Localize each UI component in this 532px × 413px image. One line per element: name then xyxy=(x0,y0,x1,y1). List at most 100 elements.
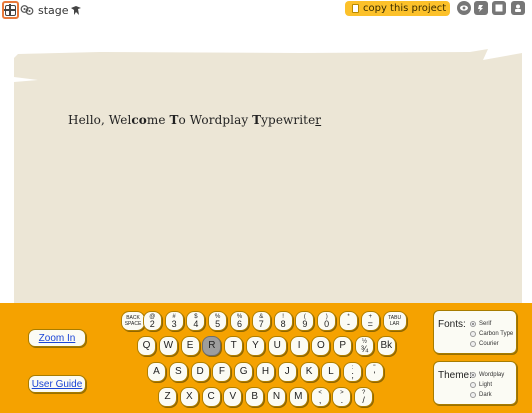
key-2[interactable]: @2 xyxy=(142,311,162,331)
key-label: TABU LAR xyxy=(388,315,402,327)
key-i[interactable]: I xyxy=(289,336,309,356)
key-8[interactable]: ! 8 xyxy=(273,311,293,331)
key-d[interactable]: D xyxy=(190,362,210,382)
key-x[interactable]: X xyxy=(179,387,199,407)
editor-root: stage copy this project Hello, Welcome T… xyxy=(0,0,532,413)
key-[interactable]: ½¾ xyxy=(355,336,374,356)
typed-segment: ypewrite xyxy=(261,113,316,127)
key-[interactable]: :; xyxy=(343,362,363,382)
key-label: Bk xyxy=(380,340,393,351)
key-[interactable]: >. xyxy=(332,387,352,407)
key-9[interactable]: (9 xyxy=(295,311,315,331)
key-[interactable]: <, xyxy=(310,387,330,407)
theme-option[interactable]: Wordplay xyxy=(470,372,504,378)
key-label: 6 xyxy=(236,318,242,329)
copy-project-button[interactable]: copy this project xyxy=(345,1,450,16)
theme-option[interactable]: Light xyxy=(470,382,492,388)
key-v[interactable]: V xyxy=(223,387,243,407)
key-backspace[interactable]: BACK SPACE xyxy=(121,311,145,331)
keyboard-panel: Zoom In User Guide BACK SPACE @2 #3 $4% 5% 6 &… xyxy=(0,303,532,413)
key-e[interactable]: E xyxy=(180,336,200,356)
key-m[interactable]: M xyxy=(288,387,308,407)
fonts-box: Fonts: Serif Carbon Type Courier xyxy=(433,310,517,354)
key-label: V xyxy=(229,391,237,402)
key-label: U xyxy=(273,340,281,351)
key-c[interactable]: C xyxy=(201,387,221,407)
cursor-character: r xyxy=(315,113,322,127)
account-icon[interactable] xyxy=(511,1,525,15)
key-label: Y xyxy=(252,340,259,351)
radio-icon xyxy=(470,392,476,398)
see-inside-icon[interactable] xyxy=(20,3,34,17)
font-option[interactable]: Carbon Type xyxy=(470,331,513,337)
key-a[interactable]: A xyxy=(147,362,166,382)
key-label: L xyxy=(328,366,334,377)
key-n[interactable]: N xyxy=(267,387,286,407)
key-g[interactable]: G xyxy=(234,362,254,382)
small-stage-icon[interactable] xyxy=(492,1,506,15)
key-label: 3 xyxy=(171,318,177,329)
user-guide-button[interactable]: User Guide xyxy=(28,375,86,393)
theme-title: Theme: xyxy=(438,370,472,381)
key-o[interactable]: O xyxy=(311,336,331,356)
key-l[interactable]: L xyxy=(321,362,341,382)
key-r[interactable]: R xyxy=(202,336,222,356)
key-label: C xyxy=(207,391,215,402)
key-u[interactable]: U xyxy=(267,336,287,356)
key-t[interactable]: T xyxy=(224,336,244,356)
key-0[interactable]: ) 0 xyxy=(317,311,337,331)
key-f[interactable]: F xyxy=(212,362,232,382)
key-7[interactable]: & 7 xyxy=(251,311,271,331)
font-option[interactable]: Serif xyxy=(470,321,491,327)
radio-icon xyxy=(470,382,476,388)
key-label: N xyxy=(272,391,281,402)
key-3[interactable]: #3 xyxy=(164,311,184,331)
key-4[interactable]: $4 xyxy=(186,311,206,331)
key-[interactable]: + = xyxy=(360,311,380,331)
key-label: 4 xyxy=(193,318,199,329)
key-[interactable]: * - xyxy=(339,311,358,331)
key-p[interactable]: P xyxy=(333,336,353,356)
key-s[interactable]: S xyxy=(168,362,188,382)
key-y[interactable]: Y xyxy=(246,336,265,356)
key-tabular[interactable]: TABU LAR xyxy=(382,311,407,331)
typed-text[interactable]: Hello, Welcome To Wordplay Typewriter xyxy=(68,113,321,127)
key-bk[interactable]: Bk xyxy=(376,336,396,356)
typed-segment-bold: T xyxy=(169,113,179,127)
key-j[interactable]: J xyxy=(277,362,297,382)
key-5[interactable]: % 5 xyxy=(208,311,228,331)
radio-icon xyxy=(470,341,476,347)
stage-sprite-icon[interactable] xyxy=(69,3,83,17)
key-label: ¾ xyxy=(360,343,369,354)
key-q[interactable]: Q xyxy=(137,336,156,356)
key-w[interactable]: W xyxy=(158,336,178,356)
theme-option[interactable]: Dark xyxy=(470,392,492,398)
key-label: ' xyxy=(373,369,376,380)
key-label: 2 xyxy=(149,318,155,329)
key-b[interactable]: B xyxy=(245,387,265,407)
eye-icon[interactable] xyxy=(457,1,471,15)
key-label: F xyxy=(218,366,225,377)
key-label: B xyxy=(251,391,259,402)
key-[interactable]: ? / xyxy=(354,387,374,407)
zoom-in-button[interactable]: Zoom In xyxy=(28,329,86,347)
key-6[interactable]: % 6 xyxy=(230,311,249,331)
key-label: Q xyxy=(142,340,151,351)
key-k[interactable]: K xyxy=(299,362,319,382)
key-h[interactable]: H xyxy=(256,362,275,382)
copy-project-label: copy this project xyxy=(363,3,447,14)
copy-doc-icon xyxy=(352,4,359,13)
key-label: O xyxy=(317,340,325,351)
font-option[interactable]: Courier xyxy=(470,341,499,347)
key-label: , xyxy=(318,394,322,405)
key-[interactable]: " ' xyxy=(365,362,384,382)
typed-segment: me xyxy=(146,113,170,127)
turbo-icon[interactable] xyxy=(474,1,488,15)
key-label: 8 xyxy=(280,318,286,329)
key-label: G xyxy=(239,366,248,377)
key-label: = xyxy=(367,318,373,329)
radio-icon xyxy=(470,321,476,327)
key-label: R xyxy=(208,340,216,351)
key-z[interactable]: Z xyxy=(158,387,177,407)
fullscreen-icon[interactable] xyxy=(2,1,19,19)
